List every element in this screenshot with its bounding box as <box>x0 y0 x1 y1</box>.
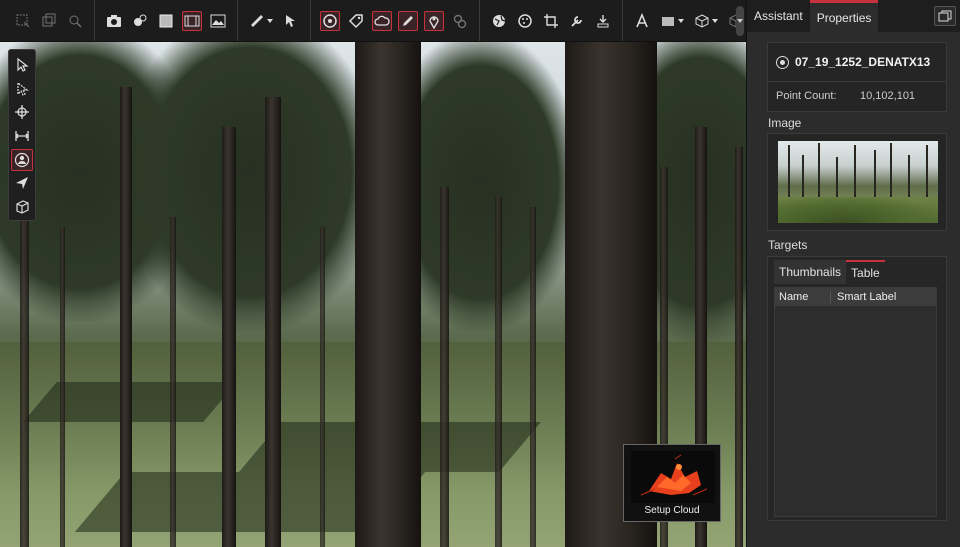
scan-viewport[interactable]: Setup Cloud <box>0 42 746 547</box>
toolbar-group-view <box>95 0 238 41</box>
copy-icon[interactable] <box>39 11 59 31</box>
point-count-row: Point Count: 10,102,101 <box>768 81 946 109</box>
scene-canopy <box>120 42 380 332</box>
palette-icon[interactable] <box>515 11 535 31</box>
toolbar-group-selection <box>4 0 95 41</box>
scene-trunk <box>735 147 743 547</box>
pano-tree <box>890 143 892 205</box>
pano-tree <box>854 145 856 205</box>
download-icon[interactable] <box>593 11 613 31</box>
scan-target-icon <box>776 55 789 69</box>
toolbar-group-annotate <box>311 0 480 41</box>
scene-trunk <box>440 187 449 547</box>
scene-trunk <box>355 42 421 547</box>
font-icon[interactable] <box>632 11 652 31</box>
toolbar-overflow-button[interactable] <box>736 6 744 36</box>
tab-thumbnails[interactable]: Thumbnails <box>774 260 847 284</box>
scan-title: 07_19_1252_DENATX13 <box>776 55 930 69</box>
cursor-icon[interactable] <box>281 11 301 31</box>
pano-tree <box>788 145 790 205</box>
tab-properties[interactable]: Properties <box>809 0 879 32</box>
pano-ground <box>778 197 938 223</box>
panorama-thumbnail[interactable] <box>778 141 938 223</box>
scene-trunk <box>320 227 325 547</box>
setup-cloud-label: Setup Cloud <box>644 505 700 516</box>
setup-cloud-button[interactable]: Setup Cloud <box>623 444 721 522</box>
side-panel: Assistant Properties 07_19_1252_DENATX13… <box>746 0 960 547</box>
select-arrow-icon[interactable] <box>11 54 33 76</box>
cloud-icon[interactable] <box>372 10 392 31</box>
globe-icon[interactable] <box>489 11 509 31</box>
scan-name: 07_19_1252_DENATX13 <box>795 55 931 69</box>
share-icon[interactable] <box>130 11 150 31</box>
column-header-name[interactable]: Name <box>775 291 831 303</box>
tag-icon[interactable] <box>346 11 366 31</box>
link-icon[interactable] <box>450 11 470 31</box>
scene-trunk <box>120 87 132 547</box>
point-cloud-thumbnail <box>631 451 715 503</box>
multi-select-icon[interactable] <box>11 78 33 100</box>
point-count-value: 10,102,101 <box>860 89 916 102</box>
pan-icon[interactable] <box>11 101 33 123</box>
cube-dropdown-icon[interactable] <box>692 11 720 31</box>
scene-trunk <box>265 97 281 547</box>
panel-tabs: Assistant Properties <box>747 0 960 32</box>
wrench-icon[interactable] <box>567 11 587 31</box>
targets-section-label: Targets <box>768 238 808 252</box>
rect-dropdown-icon[interactable] <box>658 11 686 31</box>
pin-icon[interactable] <box>424 10 444 31</box>
panorama-icon[interactable] <box>182 10 202 31</box>
toolbar-group-measure <box>238 0 311 41</box>
point-count-label: Point Count: <box>776 89 837 102</box>
targets-table: Name Smart Label <box>774 287 937 517</box>
walk-direction-icon[interactable] <box>11 173 33 195</box>
pano-tree <box>818 143 820 205</box>
targets-table-header: Name Smart Label <box>775 288 936 306</box>
targets-tabs: Thumbnails Table <box>774 260 885 284</box>
ruler-icon[interactable] <box>247 11 275 31</box>
camera-icon[interactable] <box>104 11 124 31</box>
scene-trunk <box>222 127 236 547</box>
scan-info-box: 07_19_1252_DENATX13 Point Count: 10,102,… <box>767 42 947 112</box>
targets-box: Thumbnails Table Name Smart Label <box>767 256 947 521</box>
app-window: Setup Cloud Assistant Properties 07_19_1… <box>0 0 960 547</box>
pano-tree <box>926 145 928 205</box>
tab-assistant[interactable]: Assistant <box>747 0 810 32</box>
3d-cube-icon[interactable] <box>11 196 33 218</box>
image-preview-box <box>767 133 947 231</box>
measure-distance-icon[interactable] <box>11 125 33 147</box>
navigation-toolbar <box>8 49 36 221</box>
crop-icon[interactable] <box>541 11 561 31</box>
square-icon[interactable] <box>156 11 176 31</box>
toolbar-group-edit <box>480 0 623 41</box>
main-toolbar <box>0 0 756 42</box>
image-icon[interactable] <box>208 11 228 31</box>
image-section-label: Image <box>768 116 802 130</box>
person-view-icon[interactable] <box>11 148 33 171</box>
restore-icon <box>938 10 952 22</box>
chevron-down-icon <box>737 19 743 23</box>
zoom-icon[interactable] <box>65 11 85 31</box>
scene-trunk <box>495 197 502 547</box>
column-header-smart-label[interactable]: Smart Label <box>831 291 896 303</box>
scene-trunk <box>170 217 176 547</box>
tab-table[interactable]: Table <box>846 260 885 284</box>
scene-trunk <box>60 227 65 547</box>
pencil-icon[interactable] <box>398 10 418 31</box>
box-select-icon[interactable] <box>13 11 33 31</box>
target-icon[interactable] <box>320 10 340 31</box>
restore-window-button[interactable] <box>934 6 956 26</box>
scene-trunk <box>530 207 536 547</box>
